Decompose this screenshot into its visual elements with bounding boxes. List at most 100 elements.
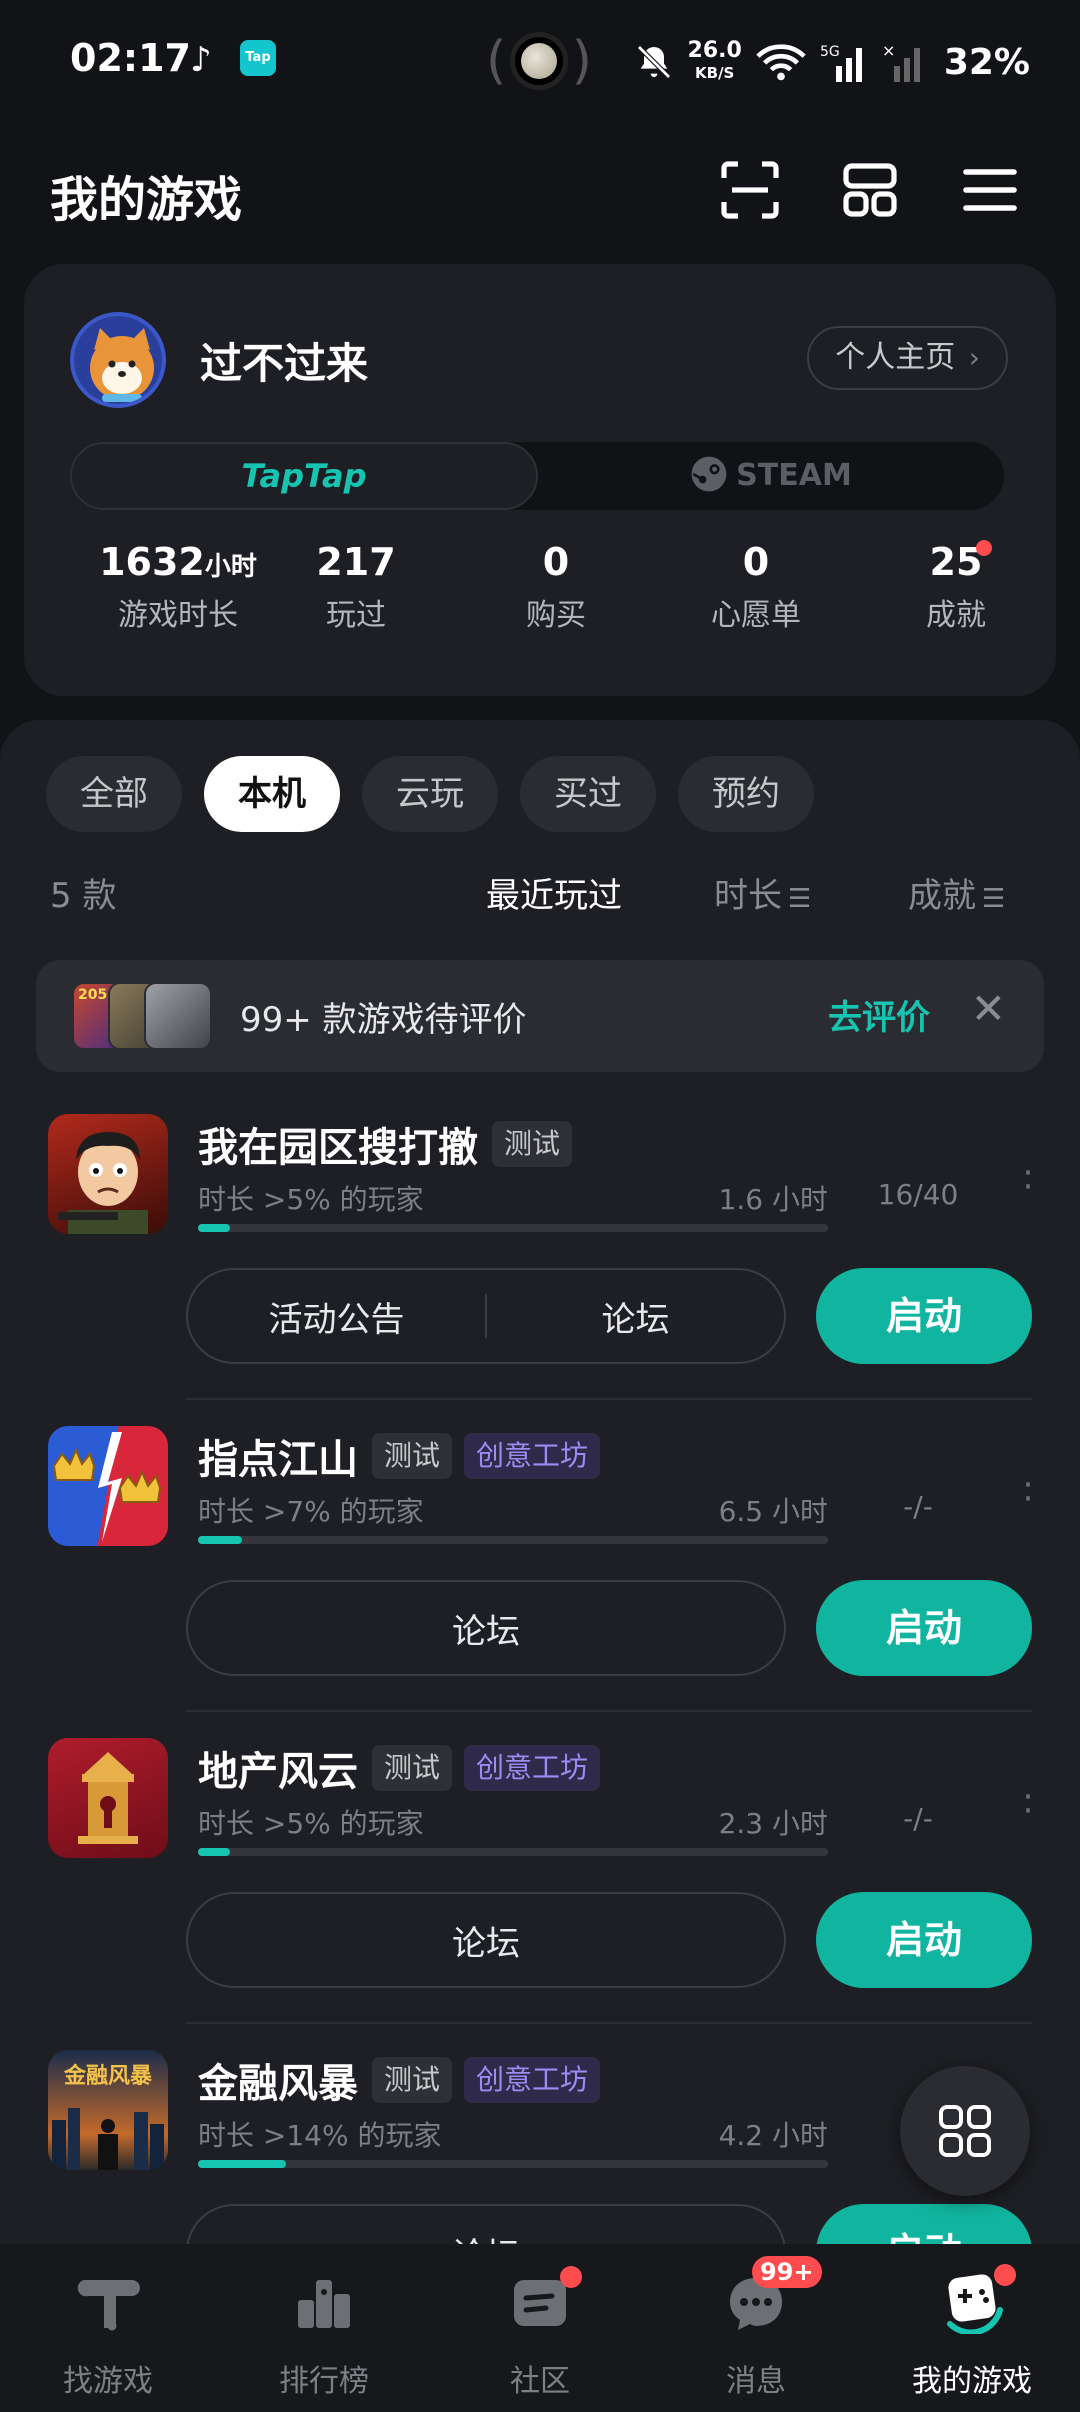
filter-cloud[interactable]: 云玩 [362,756,498,832]
game-achievements: -/- [903,1802,933,1835]
tag-workshop: 创意工坊 [464,2057,601,2103]
building-icon [78,1752,138,1844]
notification-dot [976,540,992,556]
steam-logo-icon [691,456,727,492]
top-app-bar: 我的游戏 [0,150,1080,234]
avatar[interactable] [70,312,166,408]
svg-text:×: × [882,42,895,60]
forum-button[interactable]: 论坛 [487,1292,784,1341]
sort-achievements[interactable]: 成就 ☰ [908,868,1005,917]
gamepad-icon [940,2264,1016,2336]
launch-button[interactable]: 启动 [816,1580,1032,1676]
game-title[interactable]: 我在园区搜打撤 [198,1115,478,1173]
username: 过不过来 [200,339,369,388]
forum-button[interactable]: 论坛 [188,1916,784,1965]
game-title[interactable]: 指点江山 [198,1427,358,1485]
nav-community[interactable]: 社区 [432,2266,648,2400]
game-hours: 1.6 小时 [718,1183,828,1216]
announcement-button[interactable]: 活动公告 [188,1292,485,1341]
review-game-thumbnails: 2051 [72,982,212,1050]
tag-test: 测试 [372,1433,453,1479]
playtime-progress [198,1848,828,1856]
game-achievements: -/- [903,1490,933,1523]
games-panel: 全部 本机 云玩 买过 预约 5 款 最近玩过 时长 ☰ 成就 ☰ 2051 99+… [0,720,1080,2250]
floating-grid-button[interactable] [900,2066,1030,2196]
taptap-notification-icon: Tap [240,40,276,76]
divider [186,1710,1032,1712]
sort-playtime[interactable]: 时长 ☰ [714,868,811,917]
game-icon[interactable] [48,1426,168,1546]
network-speed: 26.0 KB/S [687,38,742,83]
nav-my-games[interactable]: 我的游戏 [864,2264,1080,2400]
nav-messages[interactable]: 99+ 消息 [648,2256,864,2400]
playtime-progress [198,2160,828,2168]
game-percentile: 时长 >5% 的玩家 [198,1807,424,1840]
more-options-icon[interactable]: · · [1018,1780,1038,1828]
game-percentile: 时长 >14% 的玩家 [198,2119,442,2152]
launch-button[interactable]: 启动 [816,1892,1032,1988]
go-review-button[interactable]: 去评价 [828,990,930,1039]
stat-played[interactable]: 217 玩过 [256,540,456,634]
hammer-icon [76,2270,140,2334]
filter-all[interactable]: 全部 [46,756,182,832]
game-percentile: 时长 >5% 的玩家 [198,1183,424,1216]
game-title-row: 指点江山 测试 创意工坊 [198,1427,601,1485]
game-secondary-actions: 活动公告 论坛 [186,1268,786,1364]
review-banner-text: 99+ 款游戏待评价 [240,1000,527,1040]
page-title: 我的游戏 [50,172,243,228]
stat-purchased[interactable]: 0 购买 [456,540,656,634]
game-item: 地产风云 测试 创意工坊 时长 >5% 的玩家 2.3 小时 -/- · · 论坛… [0,1732,1080,2044]
nav-find-games[interactable]: 找游戏 [0,2270,216,2400]
game-hours: 4.2 小时 [718,2119,828,2152]
game-achievements: 16/40 [877,1178,959,1211]
game-icon[interactable]: 金融风暴 [48,2050,168,2170]
filter-reserved[interactable]: 预约 [678,756,814,832]
playtime-progress [198,1536,828,1544]
playtime-progress [198,1224,828,1232]
game-icon[interactable] [48,1738,168,1858]
review-banner[interactable]: 2051 99+ 款游戏待评价 去评价 ✕ [36,960,1044,1072]
crowns-lightning-icon [52,1432,162,1542]
notification-dot [994,2264,1016,2286]
stat-playtime[interactable]: 1632小时 游戏时长 [78,540,278,634]
tiktok-icon: ♪ [190,40,212,80]
profile-homepage-button[interactable]: 个人主页 › [807,326,1008,390]
menu-icon[interactable] [958,158,1022,222]
game-title[interactable]: 金融风暴 [198,2051,358,2109]
shiba-avatar-icon [90,328,154,402]
more-options-icon[interactable]: · · [1018,1468,1038,1516]
game-title[interactable]: 地产风云 [198,1739,358,1797]
camera-cutout: ( ) [486,31,592,91]
sort-icon: ☰ [982,884,1006,914]
close-icon[interactable]: ✕ [971,984,1006,1033]
platform-tab-steam[interactable]: STEAM [538,442,1004,510]
game-icon[interactable] [48,1114,168,1234]
stat-achievements[interactable]: 25 成就 [856,540,1056,634]
platform-toggle: TapTap STEAM [70,442,1004,510]
tag-workshop: 创意工坊 [464,1745,601,1791]
status-time: 02:17 [70,36,191,80]
bottom-navigation: 找游戏 排行榜 社区 99+ 消息 我的游戏 [0,2244,1080,2412]
game-title-row: 地产风云 测试 创意工坊 [198,1739,601,1797]
scan-icon[interactable] [718,158,782,222]
game-item: 我在园区搜打撤 测试 时长 >5% 的玩家 1.6 小时 16/40 · · 活动… [0,1108,1080,1420]
filter-local[interactable]: 本机 [204,756,340,832]
battery-percentage: 32% [943,41,1030,83]
platform-tab-taptap[interactable]: TapTap [70,442,538,510]
message-badge: 99+ [752,2256,822,2288]
sort-recent[interactable]: 最近玩过 [486,868,622,917]
launch-button[interactable]: 启动 [816,1268,1032,1364]
profile-card: 过不过来 个人主页 › TapTap STEAM 1632小时 游戏时长 217… [24,264,1056,696]
forum-button[interactable]: 论坛 [188,1604,784,1653]
tag-test: 测试 [372,2057,453,2103]
status-icons: 26.0 KB/S 5G × 32% [634,32,1030,92]
nav-rankings[interactable]: 排行榜 [216,2270,432,2400]
grid-icon [939,2105,991,2157]
filter-bought[interactable]: 买过 [520,756,656,832]
game-hours: 2.3 小时 [718,1807,828,1840]
status-bar: 02:17 ♪ Tap ( ) 26.0 KB/S 5G × 32% [0,0,1080,124]
stat-wishlist[interactable]: 0 心愿单 [656,540,856,634]
layout-grid-icon[interactable] [838,158,902,222]
more-options-icon[interactable]: · · [1018,1156,1038,1204]
game-thumbnail [144,982,212,1050]
